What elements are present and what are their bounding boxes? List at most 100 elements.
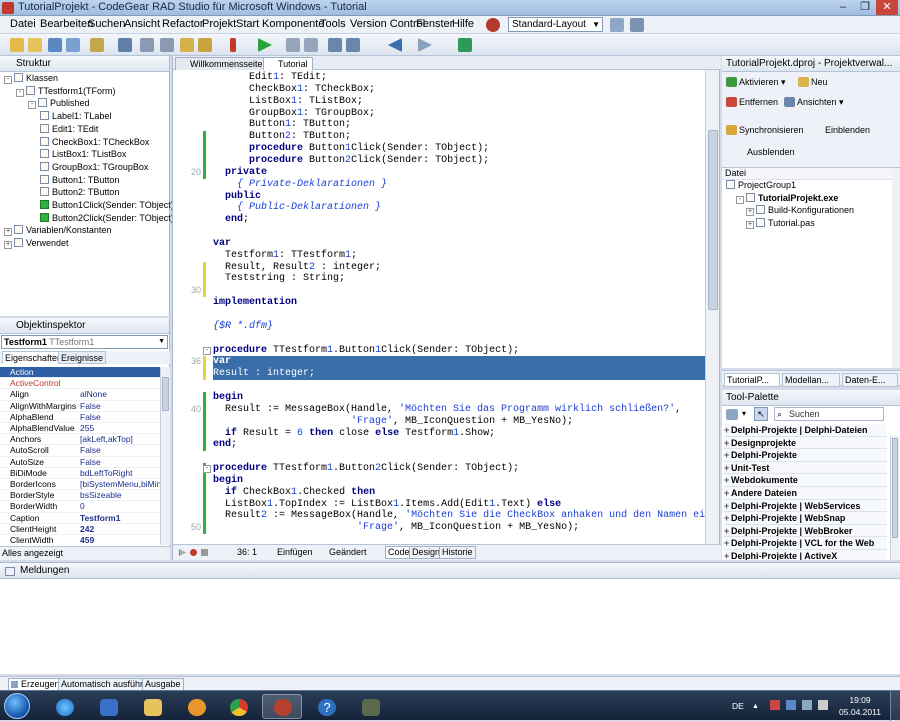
property-row[interactable]: BorderStyle bsSizeable xyxy=(0,490,160,502)
breakpoint-icon[interactable] xyxy=(230,38,236,52)
taskbar-explorer[interactable] xyxy=(132,694,172,719)
code-line[interactable]: ListBox1.TopIndex := ListBox1.Items.Add(… xyxy=(213,499,561,511)
palette-category[interactable]: + Delphi-Projekte | WebSnap xyxy=(724,512,887,525)
project-manager-icon[interactable] xyxy=(140,38,154,52)
property-row[interactable]: BorderIcons [biSystemMenu,biMinim xyxy=(0,479,160,491)
property-value[interactable]: 0 xyxy=(80,501,160,512)
project-scrollbar[interactable] xyxy=(892,168,900,368)
step-over-icon[interactable] xyxy=(328,38,342,52)
structure-node[interactable]: CheckBox1: TCheckBox xyxy=(40,136,149,147)
view-tab-historie[interactable]: Historie xyxy=(439,546,476,559)
palette-category[interactable]: + Delphi-Projekte | Delphi-Dateien xyxy=(724,424,887,437)
editor-scrollbar[interactable] xyxy=(705,70,719,544)
add-to-project-icon[interactable] xyxy=(160,38,174,52)
minimize-button[interactable]: – xyxy=(832,0,854,15)
palette-category[interactable]: + Unit-Test xyxy=(724,461,887,475)
code-line[interactable]: Edit1: TEdit; xyxy=(213,72,327,84)
code-line[interactable]: 'Frage', MB_IconQuestion + MB_YesNo); xyxy=(213,416,573,428)
collapse-icon[interactable]: - xyxy=(16,88,24,97)
expand-icon[interactable]: + xyxy=(724,550,731,560)
code-line[interactable]: CheckBox1: TCheckBox; xyxy=(213,84,375,96)
inspector-scrollbar[interactable] xyxy=(160,367,170,545)
pause-icon[interactable] xyxy=(286,38,300,52)
property-row[interactable]: Action xyxy=(0,367,160,379)
set-debug-desktop-icon[interactable] xyxy=(630,18,644,32)
structure-node[interactable]: Button1Click(Sender: TObject) xyxy=(40,200,174,210)
tray-icon-2[interactable] xyxy=(786,700,796,710)
menu-bearbeiten[interactable]: Bearbeiten xyxy=(40,18,93,30)
project-node[interactable]: - TutorialProjekt.exe xyxy=(736,192,838,204)
code-line[interactable]: ListBox1: TListBox; xyxy=(213,96,363,108)
toolpalette-search[interactable]: ⌕ Suchen xyxy=(774,407,884,421)
pointer-icon[interactable]: ↖ xyxy=(754,407,768,421)
collapse-icon[interactable]: - xyxy=(4,76,12,84)
collapse-icon[interactable]: - xyxy=(736,195,744,204)
volume-icon[interactable] xyxy=(818,700,828,710)
code-line[interactable]: implementation xyxy=(213,297,297,309)
run-icon[interactable] xyxy=(258,38,272,52)
property-value[interactable]: False xyxy=(80,412,160,423)
palette-category[interactable]: + Delphi-Projekte | WebBroker xyxy=(724,524,887,538)
palette-category[interactable]: + Delphi-Projekte xyxy=(724,449,887,462)
new-icon[interactable] xyxy=(10,38,24,52)
tab-model-view[interactable]: Modellan... xyxy=(782,373,840,387)
code-line[interactable]: var xyxy=(213,238,231,250)
expand-icon[interactable]: + xyxy=(4,228,12,237)
property-value[interactable]: False xyxy=(80,445,160,456)
fold-icon[interactable]: - xyxy=(203,346,211,355)
expand-icon[interactable]: + xyxy=(724,449,731,461)
open-icon[interactable] xyxy=(28,38,42,52)
deploy-icon[interactable] xyxy=(458,38,472,52)
chevron-up-icon[interactable]: ▲ xyxy=(752,703,759,710)
property-row[interactable]: BorderWidth 0 xyxy=(0,501,160,513)
new-button[interactable]: Neu xyxy=(798,76,828,88)
property-value[interactable]: Testform1 xyxy=(80,513,160,524)
code-line[interactable]: procedure Button2Click(Sender: TObject); xyxy=(213,155,489,167)
fold-icon[interactable]: - xyxy=(203,465,211,474)
code-line[interactable]: Testform1: TTestform1; xyxy=(213,250,357,262)
property-row[interactable]: Caption Testform1 xyxy=(0,513,160,524)
save-icon[interactable] xyxy=(48,38,62,52)
code-line[interactable]: Result2 := MessageBox(Handle, 'Möchten S… xyxy=(213,510,705,522)
code-line[interactable]: begin xyxy=(213,475,243,487)
activate-button[interactable]: Aktivieren ▾ xyxy=(726,76,786,88)
expand-icon[interactable]: + xyxy=(724,487,731,499)
code-line[interactable]: GroupBox1: TGroupBox; xyxy=(213,108,375,120)
stop-icon[interactable] xyxy=(304,38,318,52)
views-button[interactable]: Ansichten ▾ xyxy=(784,96,844,108)
property-value[interactable]: False xyxy=(80,457,160,468)
close-file-icon[interactable] xyxy=(118,38,132,52)
structure-node[interactable]: + Variablen/Konstanten xyxy=(4,225,111,237)
stop-macro-icon[interactable] xyxy=(201,549,208,556)
code-line[interactable]: Result, Result2 : integer; xyxy=(213,262,381,274)
palette-category[interactable]: + Delphi-Projekte | VCL for the Web xyxy=(724,537,887,550)
record-macro-icon[interactable] xyxy=(190,549,197,556)
taskbar-ie[interactable] xyxy=(44,694,84,719)
tab-willkommensseite[interactable]: Willkommensseite xyxy=(175,57,268,70)
property-value[interactable]: 255 xyxy=(80,423,160,434)
network-icon[interactable] xyxy=(802,700,812,710)
property-value[interactable]: 459 xyxy=(80,535,160,545)
property-value[interactable]: 242 xyxy=(80,524,160,535)
structure-node[interactable]: Button1: TButton xyxy=(40,174,119,185)
structure-node[interactable]: Button2: TButton xyxy=(40,187,119,197)
show-desktop-button[interactable] xyxy=(890,691,900,721)
code-line[interactable]: procedure TTestform1.Button2Click(Sender… xyxy=(213,463,519,475)
tab-data-explorer[interactable]: Daten-E... xyxy=(842,373,898,387)
menu-komponente[interactable]: Komponente xyxy=(262,18,324,30)
menu-tools[interactable]: Tools xyxy=(320,18,346,30)
property-value[interactable]: False xyxy=(80,401,160,412)
expand-icon[interactable]: + xyxy=(746,208,754,216)
inspector-scroll-thumb[interactable] xyxy=(162,377,169,411)
property-value[interactable]: [biSystemMenu,biMinim xyxy=(80,479,160,490)
expand-icon[interactable]: + xyxy=(724,512,731,524)
close-button[interactable]: ✕ xyxy=(876,0,898,15)
menu-fenster[interactable]: Fenster xyxy=(416,18,453,30)
expand-icon[interactable]: + xyxy=(724,525,731,537)
menu-hilfe[interactable]: Hilfe xyxy=(452,18,474,30)
code-line[interactable]: Button2: TButton; xyxy=(213,131,351,143)
clock-time[interactable]: 19:09 xyxy=(838,695,882,705)
code-line[interactable]: end; xyxy=(213,439,237,451)
structure-node[interactable]: Button2Click(Sender: TObject) xyxy=(40,212,174,223)
structure-node[interactable]: - TTestform1(TForm) xyxy=(16,85,116,97)
